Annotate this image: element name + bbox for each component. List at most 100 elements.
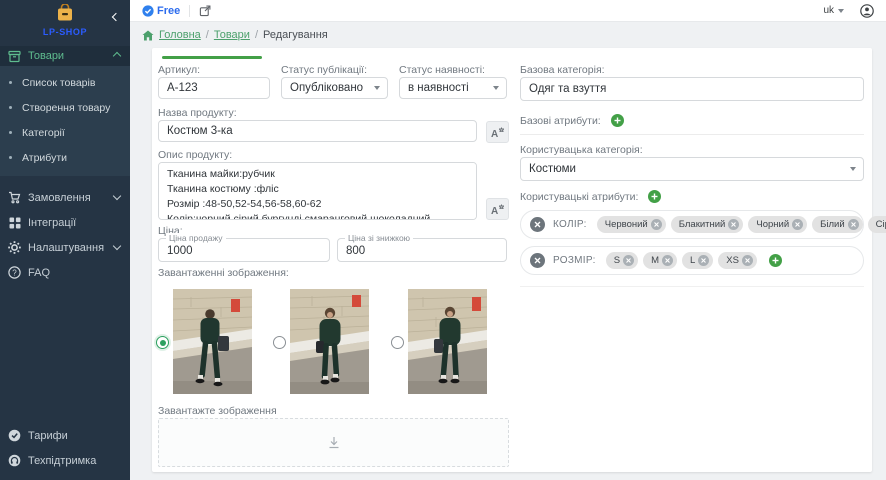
- user-avatar[interactable]: [860, 4, 874, 18]
- sidebar-item-settings[interactable]: Налаштування: [0, 236, 130, 259]
- translate-icon: A: [490, 203, 505, 216]
- section-divider: [520, 134, 864, 135]
- close-icon: [534, 257, 541, 264]
- subitem-label: Категорії: [22, 127, 65, 139]
- description-textarea[interactable]: Тканина майки:рубчик Тканина костюму :фл…: [158, 162, 477, 220]
- base-attributes-label: Базові атрибути:: [520, 115, 601, 127]
- section-divider: [520, 286, 864, 287]
- plus-icon: [614, 117, 621, 124]
- sidebar-item-label: Налаштування: [28, 242, 107, 254]
- translate-name-button[interactable]: A: [486, 121, 509, 143]
- size-chips: S M L XS: [606, 252, 757, 269]
- chip-label: Білий: [820, 219, 845, 230]
- chip-color: Червоний: [597, 216, 666, 233]
- image-radio-1[interactable]: [156, 336, 169, 349]
- base-category-input[interactable]: [520, 77, 864, 101]
- plan-badge[interactable]: Free: [142, 5, 180, 17]
- chip-label: S: [614, 255, 620, 266]
- chip-color: Білий: [812, 216, 863, 233]
- bullet-icon: [9, 131, 12, 134]
- sidebar-item-label: FAQ: [28, 267, 120, 279]
- chip-close-icon[interactable]: [728, 219, 739, 230]
- uploaded-images-label: Завантаженні зображення:: [158, 267, 289, 279]
- subitem-label: Список товарів: [22, 77, 95, 89]
- topbar-divider: [189, 5, 190, 17]
- upload-label: Завантажте зображення: [158, 405, 277, 417]
- bullet-icon: [9, 81, 12, 84]
- attribute-name: КОЛІР:: [553, 219, 587, 230]
- svg-text:A: A: [491, 206, 498, 216]
- active-tab-indicator: [162, 56, 262, 59]
- chip-close-icon[interactable]: [662, 255, 673, 266]
- chip-close-icon[interactable]: [651, 219, 662, 230]
- sidebar-subitem-create-product[interactable]: Створення товару: [0, 95, 130, 120]
- plus-icon: [772, 257, 779, 264]
- user-attributes-header: Користувацькі атрибути:: [520, 190, 661, 203]
- image-radio-3[interactable]: [391, 336, 404, 349]
- publish-status-label: Статус публікації:: [281, 64, 367, 76]
- chip-close-icon[interactable]: [848, 219, 859, 230]
- remove-size-attribute-button[interactable]: [530, 253, 545, 268]
- add-user-attribute-button[interactable]: [648, 190, 661, 203]
- sidebar-subitem-product-list[interactable]: Список товарів: [0, 70, 130, 95]
- chevron-down-icon: [113, 192, 121, 200]
- sidebar-main-group: Замовлення Інтеграції Налаштування ?: [0, 186, 130, 284]
- publish-status-select[interactable]: Опубліковано: [281, 77, 388, 99]
- discount-price-field: Ціна зі знижкою: [337, 238, 507, 262]
- sidebar-bottom-group: Тарифи Техпідтримка: [0, 424, 130, 472]
- add-size-value-button[interactable]: [769, 254, 782, 267]
- user-category-select[interactable]: Костюми: [520, 157, 864, 181]
- sidebar-item-tariffs[interactable]: Тарифи: [0, 424, 130, 447]
- chip-color: Сірий: [868, 216, 886, 233]
- chip-size: S: [606, 252, 638, 269]
- sidebar-item-integrations[interactable]: Інтеграції: [0, 211, 130, 234]
- remove-color-attribute-button[interactable]: [530, 217, 545, 232]
- shopping-bag-icon: [55, 4, 75, 21]
- breadcrumb-products-link[interactable]: Товари: [214, 29, 250, 41]
- products-submenu: Список товарів Створення товару Категорі…: [0, 66, 130, 176]
- availability-status-select[interactable]: в наявності: [399, 77, 507, 99]
- sidebar-item-label: Товари: [28, 50, 107, 62]
- gear-icon: [8, 241, 21, 254]
- sale-price-field: Ціна продажу: [158, 238, 330, 262]
- product-name-input[interactable]: [158, 120, 477, 142]
- sidebar-item-support[interactable]: Техпідтримка: [0, 449, 130, 472]
- sidebar-item-label: Тарифи: [28, 430, 120, 442]
- sidebar-item-products[interactable]: Товари: [0, 46, 130, 66]
- svg-text:A: A: [491, 129, 498, 139]
- subitem-label: Створення товару: [22, 102, 110, 114]
- chip-label: M: [651, 255, 659, 266]
- user-attributes-label: Користувацькі атрибути:: [520, 191, 638, 203]
- topbar: Free uk: [130, 0, 886, 22]
- breadcrumb-home-link[interactable]: Головна: [159, 29, 201, 41]
- attribute-row-color: КОЛІР: Червоний Блакитний Чорний Білий С…: [520, 210, 864, 239]
- chip-close-icon[interactable]: [623, 255, 634, 266]
- sku-input[interactable]: [158, 77, 270, 99]
- product-photo-2: [290, 289, 369, 394]
- breadcrumb: Головна / Товари / Редагування: [130, 22, 886, 48]
- external-link-icon[interactable]: [199, 5, 211, 17]
- chip-close-icon[interactable]: [742, 255, 753, 266]
- chip-close-icon[interactable]: [698, 255, 709, 266]
- chevron-down-icon: [838, 9, 844, 13]
- upload-dropzone[interactable]: [158, 418, 509, 467]
- user-category-label: Користувацька категорія:: [520, 144, 643, 156]
- sidebar-subitem-attributes[interactable]: Атрибути: [0, 145, 130, 170]
- chevron-down-icon: [113, 242, 121, 250]
- brand-name: LP-SHOP: [0, 27, 130, 37]
- breadcrumb-separator: /: [206, 29, 209, 41]
- close-icon: [534, 221, 541, 228]
- sidebar-item-label: Замовлення: [28, 192, 107, 204]
- chip-close-icon[interactable]: [792, 219, 803, 230]
- chevron-down-icon: [374, 86, 380, 90]
- image-radio-2[interactable]: [273, 336, 286, 349]
- language-selector[interactable]: uk: [823, 5, 844, 16]
- sidebar-item-faq[interactable]: ? FAQ: [0, 261, 130, 284]
- translate-icon: A: [490, 126, 505, 139]
- sidebar-item-orders[interactable]: Замовлення: [0, 186, 130, 209]
- add-base-attribute-button[interactable]: [611, 114, 624, 127]
- sidebar-subitem-categories[interactable]: Категорії: [0, 120, 130, 145]
- chip-label: Червоний: [605, 219, 648, 230]
- translate-description-button[interactable]: A: [486, 198, 509, 220]
- sku-label: Артикул:: [158, 64, 200, 76]
